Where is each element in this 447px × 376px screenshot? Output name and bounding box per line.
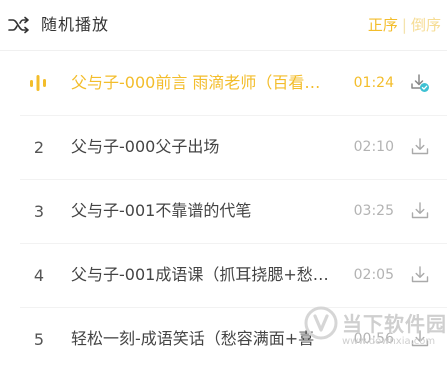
playlist-header: 随机播放 正序 | 倒序	[0, 0, 447, 50]
download-icon[interactable]	[410, 137, 430, 157]
track-list: 父与子-000前言 雨滴老师（百看… 01:24 2 父与子-000父子出场 0…	[0, 51, 447, 371]
downloaded-check-icon[interactable]	[410, 73, 430, 93]
track-title: 轻松一刻-成语笑话（愁容满面+喜	[71, 329, 315, 348]
now-playing-equalizer-icon	[30, 75, 46, 91]
track-duration: 03:25	[353, 203, 394, 219]
track-row[interactable]: 4 父与子-001成语课（抓耳挠腮+愁… 02:05	[0, 243, 447, 307]
track-title: 父与子-001成语课（抓耳挠腮+愁…	[71, 265, 329, 284]
track-duration: 02:05	[353, 267, 394, 283]
track-duration: 02:10	[353, 139, 394, 155]
track-row[interactable]: 5 轻松一刻-成语笑话（愁容满面+喜 00:56	[0, 307, 447, 371]
track-row-playing[interactable]: 父与子-000前言 雨滴老师（百看… 01:24	[0, 51, 447, 115]
track-index: 2	[33, 137, 45, 157]
download-icon[interactable]	[410, 201, 430, 221]
download-icon[interactable]	[410, 265, 430, 285]
download-icon[interactable]	[410, 329, 430, 349]
play-mode-label[interactable]: 随机播放	[41, 13, 109, 37]
sort-toggle: 正序 | 倒序	[368, 13, 441, 37]
sort-separator: |	[401, 16, 407, 34]
track-row[interactable]: 3 父与子-001不靠谱的代笔 03:25	[0, 179, 447, 243]
track-duration: 01:24	[353, 75, 394, 91]
sort-asc-button[interactable]: 正序	[368, 16, 398, 34]
track-index: 3	[33, 201, 45, 221]
shuffle-icon[interactable]	[8, 16, 30, 34]
track-title: 父与子-001不靠谱的代笔	[71, 201, 252, 220]
playlist-panel: 随机播放 正序 | 倒序 父与子-000前言 雨滴老师（百看… 01:24 2 …	[0, 0, 447, 376]
track-title: 父与子-000父子出场	[71, 137, 220, 156]
track-duration: 00:56	[353, 331, 394, 347]
sort-desc-button[interactable]: 倒序	[411, 16, 441, 34]
track-title: 父与子-000前言 雨滴老师（百看…	[71, 73, 321, 92]
track-index: 4	[33, 265, 45, 285]
track-index: 5	[33, 329, 45, 349]
track-row[interactable]: 2 父与子-000父子出场 02:10	[0, 115, 447, 179]
